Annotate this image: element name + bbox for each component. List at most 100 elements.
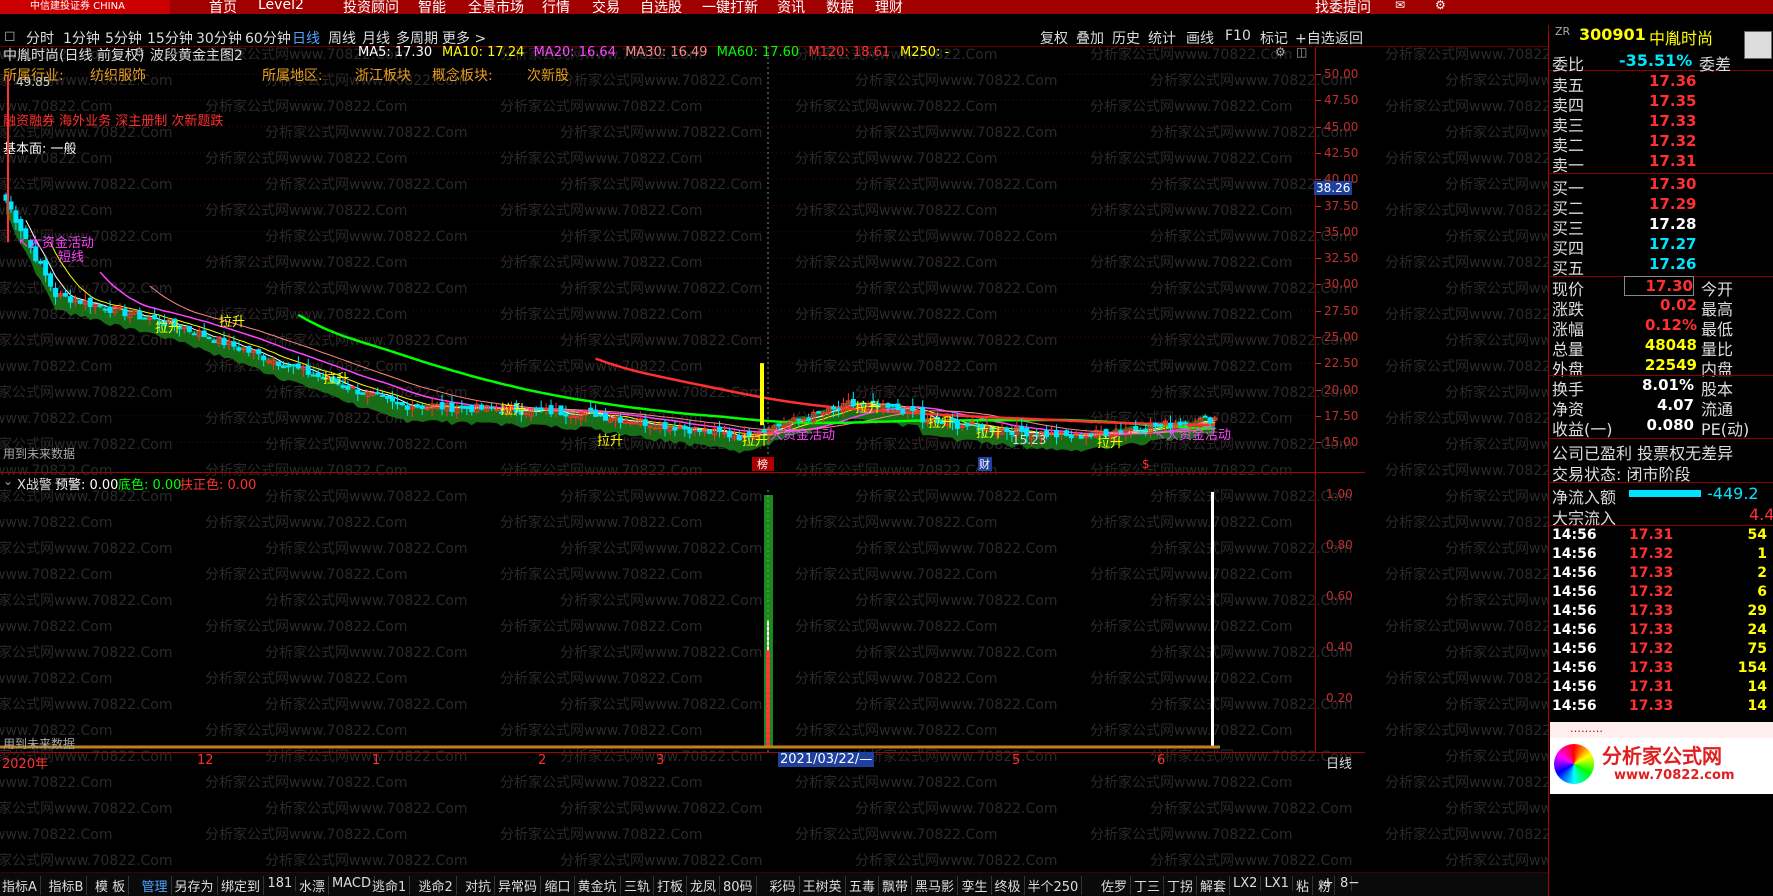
menu-advisor[interactable]: 投资顾问 xyxy=(343,0,399,14)
period-60min[interactable]: 60分钟 xyxy=(245,28,291,48)
btn-back[interactable]: 返回 xyxy=(1335,28,1363,48)
candle-body xyxy=(1187,425,1193,428)
tick-list[interactable]: 14:56 17.31 54 14:56 17.32 1 14:56 17.33 2 14:56 1… xyxy=(1549,527,1773,722)
indicator-tab[interactable]: 孪生 xyxy=(962,876,992,895)
watermark-text: 分析家公式网www.70822.Com xyxy=(1445,384,1548,401)
indicator-tab[interactable]: 逃命1 xyxy=(372,876,411,895)
candlestick-chart[interactable]: ↖大资金活动短线拉升 拉升拉升拉升拉升 拉升拉升拉升拉升拉升大资金活动 ↖大资金活动1… xyxy=(0,47,1315,472)
menu-smart[interactable]: 智能 xyxy=(418,0,446,14)
indicator-tab[interactable]: 指标A xyxy=(2,876,41,895)
indicator-tab[interactable]: 黑马影 xyxy=(915,876,959,895)
candle-body xyxy=(721,432,727,435)
candle-body xyxy=(201,330,207,338)
indicator-tab[interactable]: 模 板 xyxy=(95,876,130,895)
menu-watchlist[interactable]: 自选股 xyxy=(640,0,682,14)
indicator-tab[interactable]: 管理 xyxy=(142,876,172,895)
menu-level2[interactable]: Level2 xyxy=(258,0,304,13)
stat-value: 48048 xyxy=(1644,336,1697,354)
bid-price: 17.30 xyxy=(1649,175,1697,193)
indicator-tab[interactable]: 三轨 xyxy=(624,876,655,895)
indicator-tab[interactable]: 丁三 xyxy=(1134,876,1165,895)
indicator-tab[interactable]: 水漂 xyxy=(299,876,330,895)
bid-book: 买一 17.30 买二 17.29 买三 17.28 买四 17.27 买五 17.26 xyxy=(1549,175,1773,278)
candle-body xyxy=(726,430,732,438)
watermark-text: 分析家公式网www.70822.Com xyxy=(205,774,407,791)
menu-news[interactable]: 资讯 xyxy=(777,0,805,14)
tick-mark xyxy=(1316,415,1321,417)
month-2: 2 xyxy=(538,753,547,768)
indicator-tab[interactable]: 指标B xyxy=(49,876,88,895)
tick-time: 14:56 xyxy=(1552,565,1597,581)
indicator-tab[interactable]: 解套 xyxy=(1200,876,1231,895)
indicator-tab[interactable]: 缩口 xyxy=(545,876,575,895)
watermark-text: 分析家公式网www.70822.Com xyxy=(1445,332,1548,349)
indicator-tab[interactable]: 佐罗 xyxy=(1101,876,1132,895)
btn-f10[interactable]: F10 xyxy=(1225,28,1251,44)
settings-icon[interactable]: ⚙ xyxy=(1435,0,1446,12)
zoom-in-button[interactable]: + xyxy=(1322,875,1334,891)
chart-annotation: 拉升 xyxy=(323,372,349,387)
mail-icon[interactable]: ✉ xyxy=(1395,0,1405,12)
menu-quotes[interactable]: 行情 xyxy=(542,0,570,14)
indicator-tab[interactable]: 绑定到 xyxy=(221,876,265,895)
indicator-tab[interactable]: 彩码 xyxy=(770,876,800,895)
candle-body xyxy=(959,425,965,428)
indicator-tab[interactable]: 黄金坑 xyxy=(578,876,621,895)
promo-banner[interactable]: 分析家公式网 www.70822.com xyxy=(1550,738,1773,794)
menu-market[interactable]: 全景市场 xyxy=(468,0,524,14)
indicator-tab[interactable]: 逃命2 xyxy=(419,876,457,895)
indicator-tab[interactable]: 对抗 xyxy=(465,876,496,895)
btn-overlay[interactable]: 叠加 xyxy=(1076,28,1104,48)
candle-body xyxy=(543,407,549,410)
watermark-text: 分析家公式网www.70822.Com xyxy=(1385,514,1548,531)
indicator-tab[interactable]: 粘 xyxy=(1296,876,1314,895)
indicator-tab[interactable]: LX2 xyxy=(1233,876,1262,891)
menu-finance[interactable]: 理财 xyxy=(875,0,903,14)
alert-banner[interactable]: ……… xyxy=(1550,722,1773,738)
watermark-text: 分析家公式网www.70822.Com xyxy=(205,826,407,843)
indicator-tab[interactable]: 80码 xyxy=(723,876,757,895)
zoom-out-button[interactable]: − xyxy=(1348,875,1360,891)
price-tick: 25.00 xyxy=(1324,330,1359,344)
bid-price: 17.27 xyxy=(1649,235,1697,253)
menu-data[interactable]: 数据 xyxy=(826,0,854,14)
indicator-tab[interactable]: 半个250 xyxy=(1028,876,1083,895)
period-daily[interactable]: 日线 xyxy=(292,28,320,48)
indicator-tab[interactable]: 181 xyxy=(268,876,297,891)
period-weekly[interactable]: 周线 xyxy=(328,28,356,48)
sub-collapse-icon[interactable]: ⌄ xyxy=(3,474,13,488)
close-panel-button[interactable] xyxy=(1744,31,1772,59)
watermark-text: 分析家公式网www.70822.Com xyxy=(0,800,172,817)
btn-draw-line[interactable]: 画线 xyxy=(1186,28,1214,48)
indicator-tab[interactable]: MACD xyxy=(332,876,375,891)
tick-volume: 154 xyxy=(1737,660,1767,676)
candle-body xyxy=(399,402,405,406)
ask-question-link[interactable]: 找委提问 xyxy=(1315,0,1371,14)
btn-history[interactable]: 历史 xyxy=(1112,28,1140,48)
candle-body xyxy=(736,434,742,441)
chart-annotation: 拉升 xyxy=(742,434,768,449)
stat-value: 8.01% xyxy=(1641,376,1694,394)
indicator-tab[interactable]: 龙凤 xyxy=(690,876,721,895)
indicator-tab[interactable]: LX1 xyxy=(1265,876,1293,891)
watermark-text: 分析家公式网www.70822.Com xyxy=(1385,306,1548,323)
tick-time: 14:56 xyxy=(1552,679,1597,695)
indicator-tab[interactable]: 另存为 xyxy=(175,876,218,895)
sub-indicator-chart[interactable] xyxy=(0,490,1315,752)
indicator-tab[interactable]: 丁拐 xyxy=(1167,876,1198,895)
menu-ipo[interactable]: 一键打新 xyxy=(702,0,758,14)
indicator-tab[interactable]: 王树英 xyxy=(803,876,846,895)
indicator-tab[interactable]: 终极 xyxy=(995,876,1025,895)
tick-price: 17.33 xyxy=(1629,565,1674,581)
menu-home[interactable]: 首页 xyxy=(209,0,237,14)
menu-trade[interactable]: 交易 xyxy=(592,0,620,14)
indicator-tab[interactable]: 飘带 xyxy=(882,876,913,895)
indicator-tab[interactable]: 异常码 xyxy=(498,876,542,895)
indicator-tab[interactable]: 五毒 xyxy=(849,876,880,895)
indicator-tab[interactable]: 打板 xyxy=(657,876,688,895)
panel-toggle-icon[interactable]: ◻ xyxy=(4,28,16,44)
btn-restore-rights[interactable]: 复权 xyxy=(1040,28,1068,48)
btn-statistics[interactable]: 统计 xyxy=(1148,28,1176,48)
watermark-text: 分析家公式网www.70822.Com xyxy=(855,800,1057,817)
candle-body xyxy=(707,429,713,434)
